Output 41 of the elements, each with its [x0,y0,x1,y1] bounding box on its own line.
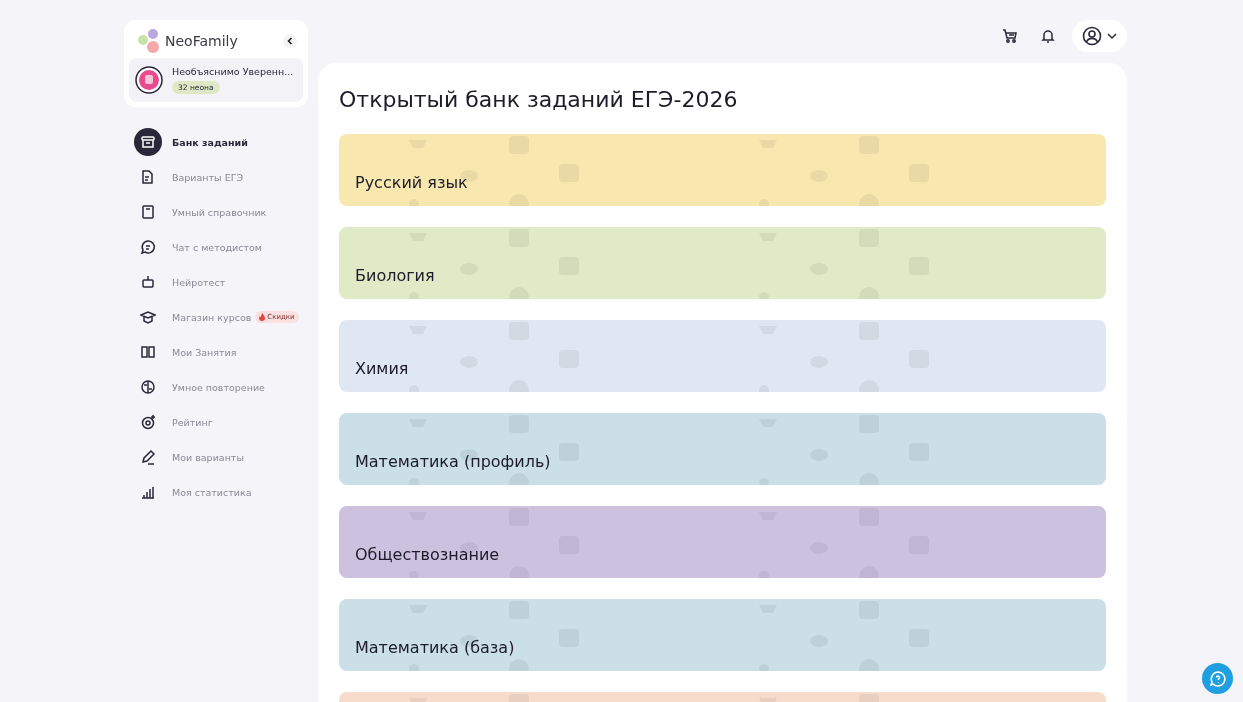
logo-text: NeoFamily [165,33,239,49]
sidebar-item[interactable]: Чат с методистом [134,233,308,261]
globe-icon [140,379,156,395]
bell-icon [1040,28,1056,44]
open-book-icon [140,344,156,360]
sidebar-item[interactable]: Мои варианты [134,443,308,471]
subject-card[interactable]: Химия [339,320,1106,392]
subject-card[interactable]: Математика (база) [339,599,1106,671]
robot-icon [140,274,156,290]
sidebar-item[interactable]: Мои Занятия [134,338,308,366]
sidebar-item[interactable]: Нейротест [134,268,308,296]
book-icon [140,204,156,220]
target-icon [140,414,156,430]
user-name: Необъяснимо Уверенн... [172,66,294,77]
logo-icon [137,28,161,54]
subject-card[interactable]: Математика (профиль) [339,413,1106,485]
help-button[interactable] [1202,663,1233,694]
document-icon [140,169,156,185]
archive-box-icon [140,134,156,150]
chevron-down-icon [1107,32,1117,40]
sidebar-item[interactable]: Банк заданий [134,128,308,156]
chat-bubble-icon [140,239,156,255]
collapse-button[interactable] [283,34,297,48]
sidebar-item[interactable]: Умное повторение [134,373,308,401]
cart-icon [1002,28,1018,44]
chevron-left-icon [286,37,294,45]
question-chat-icon [1208,669,1227,688]
sidebar-item[interactable]: Моя статистика [134,478,308,506]
bar-chart-icon [140,484,156,500]
sidebar-item[interactable]: Варианты ЕГЭ [134,163,308,191]
sidebar-item[interactable]: Умный справочник [134,198,308,226]
subject-card[interactable]: Обществознание [339,506,1106,578]
user-icon [1082,26,1102,46]
account-menu-button[interactable] [1072,20,1127,52]
graduation-cap-icon [140,309,156,325]
avatar-icon[interactable] [135,66,163,94]
subject-card[interactable]: Русский язык [339,134,1106,206]
page-title: Открытый банк заданий ЕГЭ-2026 [339,87,739,112]
sidebar-item[interactable]: Рейтинг [134,408,308,436]
pencil-icon [140,449,156,465]
subject-card[interactable]: Биология [339,227,1106,299]
